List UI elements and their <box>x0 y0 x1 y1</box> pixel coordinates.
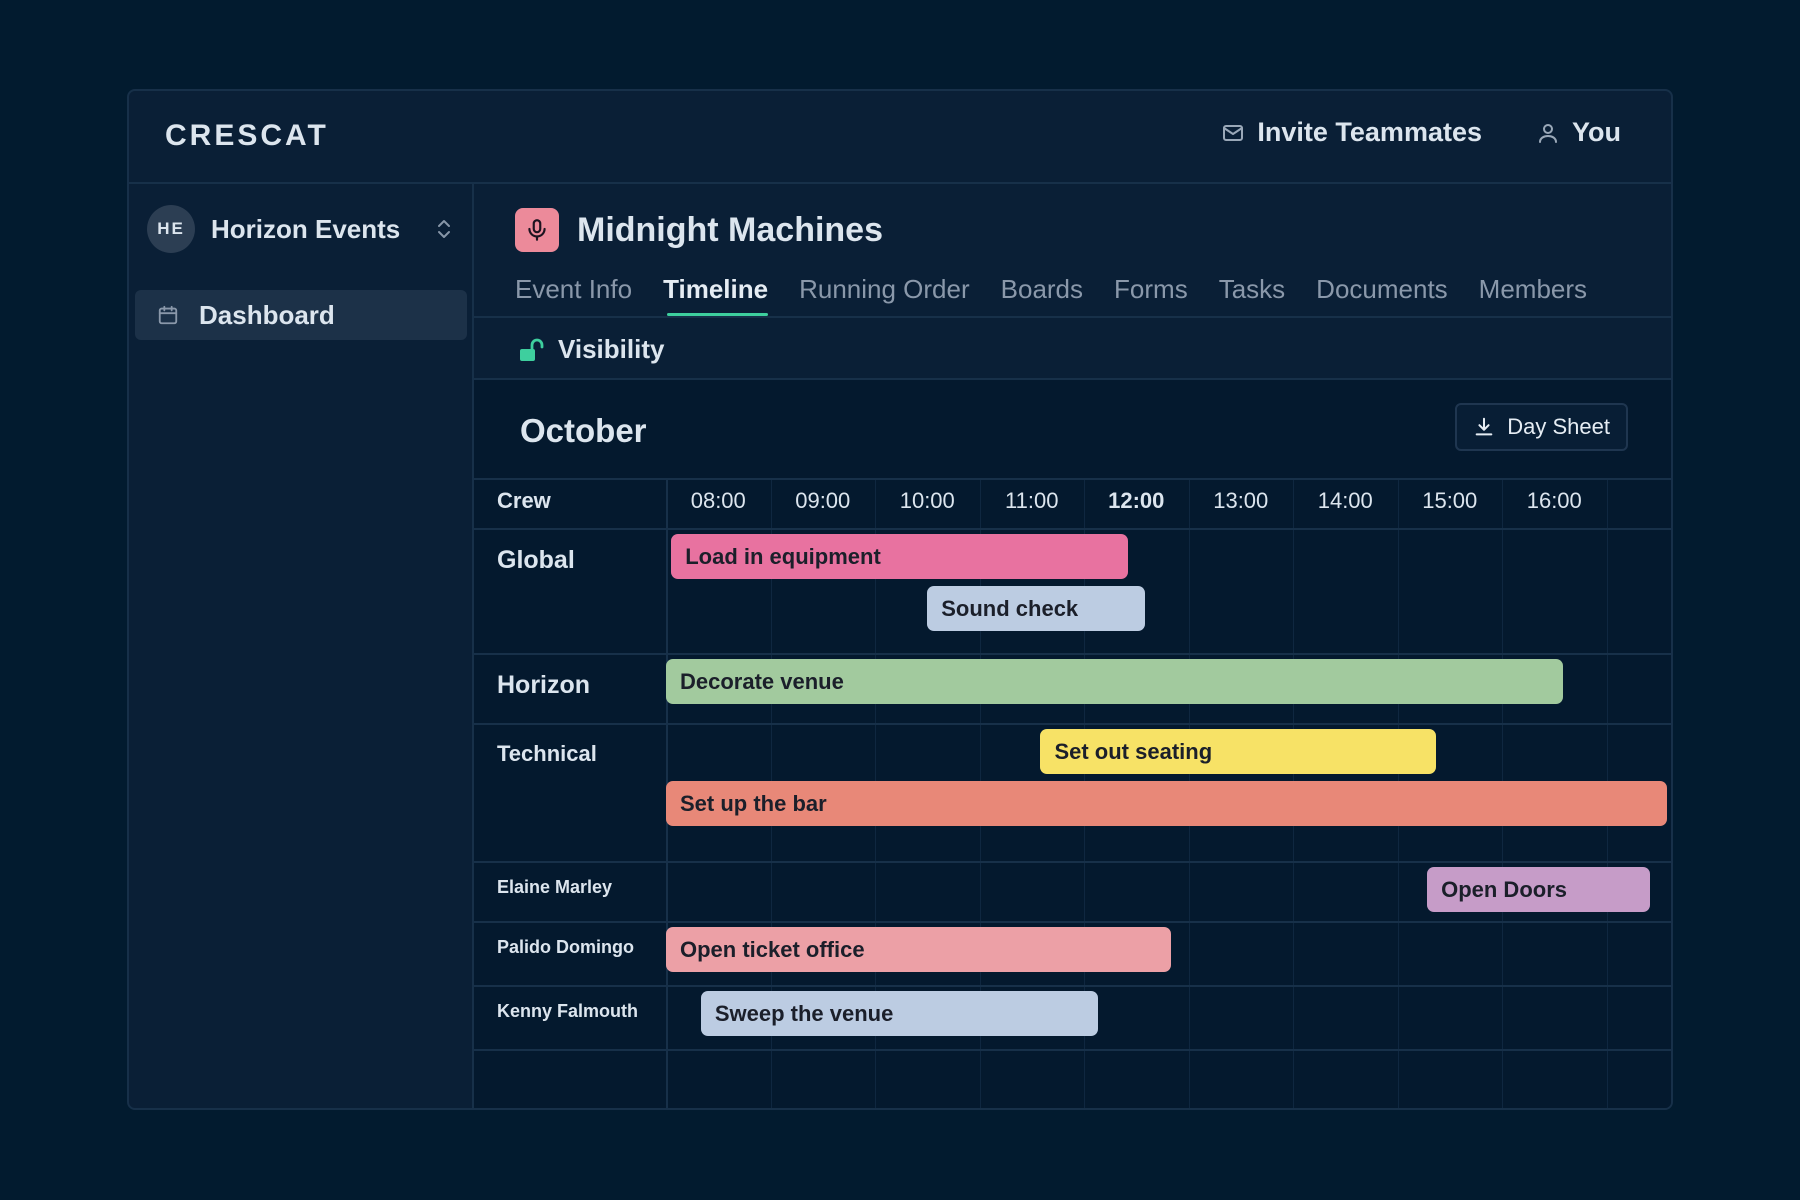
grid-line <box>474 921 1671 923</box>
org-switcher[interactable]: HE Horizon Events <box>147 204 458 254</box>
microphone-icon <box>528 219 546 241</box>
task-bar[interactable]: Open Doors <box>1427 867 1651 912</box>
user-label: You <box>1572 117 1621 147</box>
tab-boards[interactable]: Boards <box>1001 262 1083 316</box>
timeline-panel: October Day Sheet Crew 08:00 09:00 10:00 11:… <box>474 380 1671 1108</box>
tab-event-info[interactable]: Event Info <box>515 262 632 316</box>
tab-timeline[interactable]: Timeline <box>663 262 769 316</box>
org-avatar: HE <box>147 205 195 253</box>
visibility-toggle[interactable]: Visibility <box>518 334 664 365</box>
sidebar: HE Horizon Events Dashboard <box>129 184 474 1108</box>
tab-members[interactable]: Members <box>1479 262 1587 316</box>
crew-row-label: Technical <box>497 741 597 766</box>
hour-label: 09:00 <box>795 488 851 513</box>
event-title: Midnight Machines <box>577 210 883 249</box>
event-header: Midnight Machines <box>515 208 883 252</box>
app-logo[interactable]: CRESCAT <box>165 119 329 153</box>
user-menu-button[interactable]: You <box>1536 117 1621 148</box>
crew-header: Crew <box>497 488 551 513</box>
crew-row-label: Horizon <box>497 671 591 699</box>
task-bar[interactable]: Sweep the venue <box>700 991 1098 1036</box>
hour-label: 11:00 <box>1005 488 1059 513</box>
tab-divider <box>474 316 1671 318</box>
timeline-grid: Crew 08:00 09:00 10:00 11:00 12:00 13:00 14:00 1… <box>474 478 1671 1108</box>
calendar-icon <box>158 305 178 325</box>
crew-row-label: Kenny Falmouth <box>497 1001 639 1021</box>
grid-line <box>474 1049 1671 1051</box>
download-icon <box>1475 417 1493 436</box>
top-actions: Invite Teammates You <box>1221 117 1621 148</box>
grid-line <box>474 985 1671 987</box>
tab-running-order[interactable]: Running Order <box>799 262 970 316</box>
user-icon <box>1539 123 1557 143</box>
grid-line <box>474 861 1671 863</box>
grid-line <box>474 653 1671 655</box>
hour-label: 15:00 <box>1422 488 1478 513</box>
visibility-label: Visibility <box>558 334 665 364</box>
task-bar[interactable]: Set up the bar <box>666 781 1668 826</box>
tab-documents[interactable]: Documents <box>1316 262 1448 316</box>
task-bar[interactable]: Sound check <box>927 586 1145 631</box>
task-bar[interactable]: Open ticket office <box>666 927 1172 972</box>
mail-icon <box>1223 124 1244 141</box>
main-panel: Midnight Machines Event Info Timeline Runn… <box>474 184 1671 1108</box>
task-bar[interactable]: Load in equipment <box>671 534 1128 579</box>
day-sheet-button[interactable]: Day Sheet <box>1455 403 1628 451</box>
month-title: October <box>520 412 647 449</box>
grid-line <box>474 723 1671 725</box>
crew-row-label: Global <box>497 546 575 574</box>
sidebar-item-dashboard[interactable]: Dashboard <box>135 290 467 340</box>
crew-row-label: Elaine Marley <box>497 877 613 897</box>
hour-label: 16:00 <box>1526 488 1582 513</box>
sidebar-item-label: Dashboard <box>199 299 335 330</box>
hour-label: 14:00 <box>1317 488 1373 513</box>
event-icon-badge <box>515 208 559 252</box>
app-window: CRESCAT Invite Teammates You HE Horizon … <box>127 89 1673 1110</box>
chevron-up-down-icon <box>438 220 450 238</box>
unlock-icon <box>520 338 544 361</box>
hour-label: 10:00 <box>899 488 955 513</box>
day-sheet-label: Day Sheet <box>1507 414 1610 439</box>
hour-label: 08:00 <box>690 488 746 513</box>
task-bar[interactable]: Set out seating <box>1040 729 1436 774</box>
task-bar[interactable]: Decorate venue <box>666 659 1563 704</box>
invite-teammates-button[interactable]: Invite Teammates <box>1221 117 1482 148</box>
tab-bar: Event Info Timeline Running Order Boards For… <box>515 262 1671 316</box>
tab-tasks[interactable]: Tasks <box>1219 262 1285 316</box>
grid-line <box>474 478 1671 480</box>
crew-row-label: Palido Domingo <box>497 937 634 957</box>
tab-forms[interactable]: Forms <box>1114 262 1188 316</box>
hour-label: 12:00 <box>1108 488 1165 513</box>
org-name: Horizon Events <box>211 213 401 244</box>
grid-line <box>474 528 1671 530</box>
hour-label: 13:00 <box>1213 488 1269 513</box>
top-bar: CRESCAT Invite Teammates You <box>129 91 1671 184</box>
invite-teammates-label: Invite Teammates <box>1257 117 1482 147</box>
